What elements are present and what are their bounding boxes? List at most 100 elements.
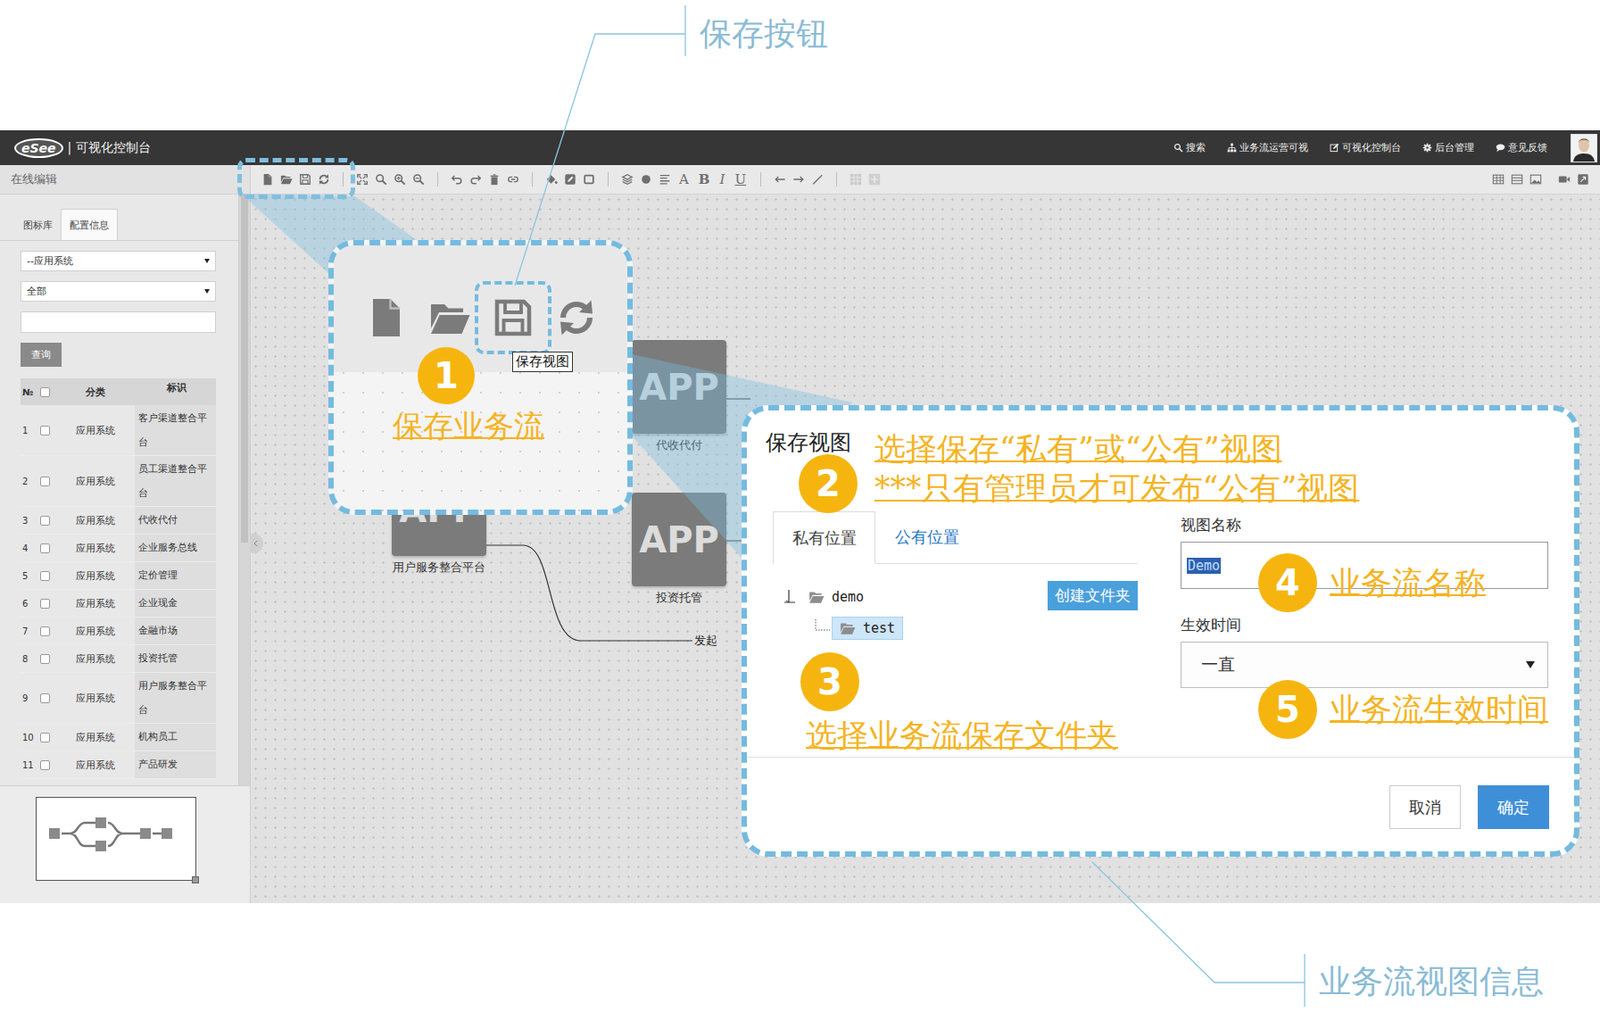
- minimap[interactable]: [35, 796, 197, 881]
- nav-item[interactable]: 可视化控制台: [1329, 140, 1402, 155]
- row-checkbox[interactable]: [40, 571, 50, 581]
- zoomed-toolbar-button[interactable]: [491, 296, 535, 340]
- toolbar-button[interactable]: [1576, 173, 1590, 186]
- toolbar-button[interactable]: [792, 173, 805, 186]
- effective-time-select[interactable]: 一直: [1180, 641, 1549, 689]
- column-header: 标识: [134, 378, 216, 406]
- logo[interactable]: eSee: [14, 138, 64, 158]
- toolbar-button[interactable]: [412, 173, 425, 186]
- toolbar-button[interactable]: [506, 173, 520, 186]
- tree-item[interactable]: test: [781, 614, 904, 642]
- panel-tab[interactable]: 配置信息: [60, 208, 118, 241]
- table-row[interactable]: 11 应用系统 产品研发: [20, 751, 216, 780]
- table-row[interactable]: 6 应用系统 企业现金: [20, 589, 216, 618]
- layers-icon: [621, 173, 634, 186]
- row-checkbox[interactable]: [40, 425, 50, 436]
- file-icon: [364, 296, 408, 340]
- diagram-node[interactable]: APP 投资托管: [631, 492, 727, 606]
- format-button[interactable]: U: [732, 171, 748, 188]
- toolbar-button[interactable]: [317, 173, 331, 186]
- folder-node[interactable]: test: [831, 616, 904, 640]
- filter-select[interactable]: 全部: [20, 281, 216, 302]
- line-icon: [811, 173, 824, 186]
- row-checkbox[interactable]: [40, 732, 50, 743]
- toolbar-button[interactable]: [1558, 173, 1571, 186]
- toolbar-button[interactable]: [773, 173, 787, 186]
- toolbar-button[interactable]: [811, 173, 824, 186]
- row-checkbox[interactable]: [40, 476, 50, 487]
- query-button[interactable]: 查询: [20, 342, 62, 367]
- dialog-button[interactable]: 取消: [1389, 785, 1461, 830]
- toolbar-button[interactable]: [488, 173, 501, 186]
- toolbar-button[interactable]: [261, 173, 274, 186]
- format-button[interactable]: A: [677, 171, 691, 188]
- scrollbar-thumb[interactable]: [240, 194, 249, 543]
- callout-label: 保存按钮: [699, 12, 829, 57]
- row-checkbox[interactable]: [40, 515, 50, 526]
- format-button[interactable]: B: [696, 171, 713, 188]
- row-checkbox[interactable]: [40, 693, 50, 704]
- toolbar-button[interactable]: [545, 173, 558, 186]
- table-row[interactable]: 1 应用系统 客户渠道整合平台: [20, 405, 216, 456]
- dialog-button[interactable]: 确定: [1477, 785, 1550, 830]
- row-checkbox[interactable]: [40, 760, 50, 771]
- zoomed-toolbar-button[interactable]: [428, 296, 472, 340]
- toolbar-button[interactable]: [849, 173, 863, 186]
- toolbar-group: [261, 173, 331, 186]
- toolbar-button[interactable]: [1492, 173, 1505, 186]
- toolbar-button[interactable]: [1529, 173, 1542, 186]
- diagram-node[interactable]: APP 代收代付: [631, 339, 727, 454]
- format-button[interactable]: I: [718, 171, 728, 188]
- table-row[interactable]: 4 应用系统 企业服务总线: [20, 534, 216, 563]
- minimap-resize-handle[interactable]: [191, 876, 199, 884]
- toolbar-button[interactable]: [393, 173, 407, 186]
- search-input[interactable]: [20, 311, 216, 333]
- nav-item[interactable]: 业务流运营可视: [1226, 140, 1309, 155]
- filter-select[interactable]: --应用系统: [20, 250, 216, 272]
- folder-node[interactable]: demo: [801, 586, 871, 608]
- toolbar-button[interactable]: [280, 173, 293, 186]
- row-checkbox[interactable]: [40, 654, 50, 664]
- node-label: 代收代付: [655, 437, 703, 454]
- toolbar-button[interactable]: [639, 173, 653, 186]
- nav-item[interactable]: 后台管理: [1422, 140, 1475, 155]
- row-name: 投资托管: [134, 645, 216, 672]
- panel-tab[interactable]: 图标库: [15, 209, 61, 241]
- toolbar-button[interactable]: [374, 173, 388, 186]
- table-row[interactable]: 7 应用系统 金融市场: [20, 617, 216, 646]
- create-folder-button[interactable]: 创建文件夹: [1047, 580, 1138, 611]
- toolbar-button[interactable]: [563, 173, 577, 186]
- zoomed-toolbar-button[interactable]: [364, 296, 408, 340]
- table-row[interactable]: 9 应用系统 用户服务整合平台: [20, 672, 216, 724]
- table-row[interactable]: 3 应用系统 代收代付: [20, 506, 216, 535]
- toolbar-button[interactable]: [582, 173, 596, 186]
- toolbar-button[interactable]: [1510, 173, 1524, 186]
- table-row[interactable]: 2 应用系统 员工渠道整合平台: [20, 455, 216, 507]
- nav-item[interactable]: 搜索: [1173, 140, 1206, 155]
- row-checkbox[interactable]: [40, 626, 50, 637]
- table-row[interactable]: 8 应用系统 投资托管: [20, 645, 216, 673]
- toolbar-button[interactable]: [469, 173, 482, 186]
- user-avatar[interactable]: [1570, 133, 1598, 163]
- scrollbar[interactable]: [238, 194, 250, 786]
- toolbar-button[interactable]: [868, 173, 881, 186]
- save-button-highlight: [474, 281, 552, 355]
- row-checkbox[interactable]: [40, 543, 50, 554]
- toolbar-button[interactable]: [621, 173, 634, 186]
- collapse-handle[interactable]: [250, 533, 264, 554]
- toolbar-button[interactable]: [298, 173, 312, 186]
- table-row[interactable]: 10 应用系统 机构员工: [20, 723, 216, 752]
- row-checkbox[interactable]: [40, 598, 50, 609]
- select-all-checkbox[interactable]: [40, 387, 50, 398]
- toolbar-button[interactable]: [658, 173, 672, 186]
- tree-item[interactable]: demo: [781, 583, 904, 611]
- nav-item[interactable]: 意见反馈: [1495, 140, 1548, 155]
- table-row[interactable]: 5 应用系统 定价管理: [20, 562, 216, 590]
- arrowright-icon: [792, 173, 805, 186]
- location-tab[interactable]: 公有位置: [875, 511, 979, 564]
- toolbar-button[interactable]: [450, 173, 464, 186]
- brand[interactable]: eSee | 可视化控制台: [14, 138, 151, 158]
- location-tab[interactable]: 私有位置: [772, 511, 876, 564]
- toolbar-button[interactable]: [356, 173, 369, 186]
- zoomed-toolbar-button[interactable]: [555, 296, 598, 340]
